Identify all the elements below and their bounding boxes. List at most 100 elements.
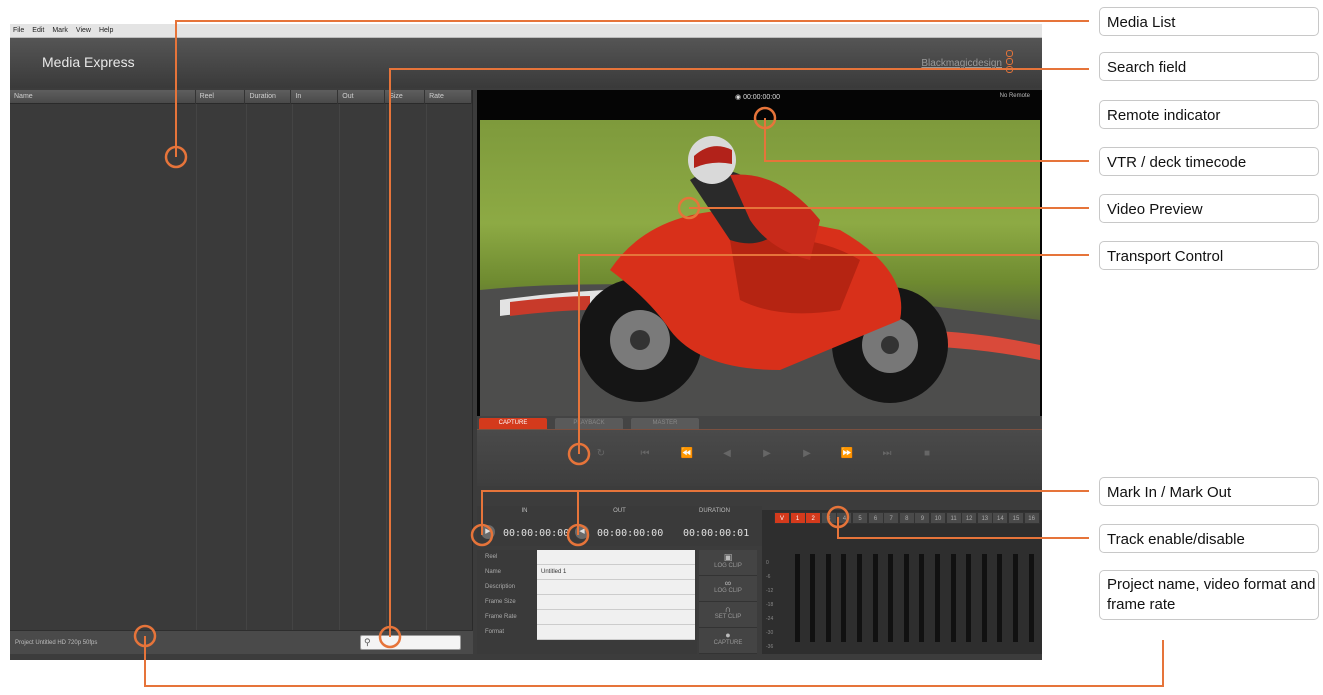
callout-search-field: Search field (1099, 52, 1319, 81)
track-toggle-8[interactable]: 8 (898, 512, 915, 524)
deck-timecode-value: 00:00:00:00 (743, 94, 781, 101)
track-toggle-9[interactable]: 9 (914, 512, 931, 524)
tab-master[interactable]: MASTER (631, 418, 699, 429)
menu-bar: File Edit Mark View Help (10, 24, 1042, 38)
mark-in-button[interactable]: ▶ (481, 525, 495, 539)
in-timecode: 00:00:00:00 (503, 528, 570, 539)
meter-scale-label: -6 (766, 574, 771, 580)
menu-help[interactable]: Help (99, 27, 113, 34)
track-toggle-10[interactable]: 10 (930, 512, 946, 524)
motorcycle-image (480, 136, 1040, 416)
audio-meter (903, 554, 909, 642)
rewind-button[interactable]: ⏪ (677, 448, 697, 459)
audio-meter (1013, 554, 1018, 642)
media-express-window: File Edit Mark View Help Media Express B… (10, 24, 1042, 660)
callout-deck-timecode: VTR / deck timecode (1099, 147, 1319, 176)
video-preview-panel: ◉ 00:00:00:00 No Remote (477, 90, 1042, 416)
column-in[interactable]: In (291, 90, 339, 104)
remote-indicator: No Remote (999, 93, 1030, 99)
search-field[interactable]: ⚲ (360, 635, 461, 650)
tab-capture[interactable]: CAPTURE (479, 418, 547, 429)
title-bar: Media Express Blackmagicdesign (10, 38, 1042, 88)
log-clip-button[interactable]: ▣ LOG CLIP (699, 550, 757, 576)
audio-meter (950, 554, 956, 642)
track-toggle-13[interactable]: 13 (976, 512, 993, 524)
search-input[interactable] (375, 637, 459, 648)
step-back-button[interactable]: ◀ (717, 448, 737, 459)
go-to-end-button[interactable]: ⏭ (877, 448, 897, 459)
column-rate[interactable]: Rate (425, 90, 473, 104)
status-bar: Project Untitled HD 720p 50fps ⚲ (10, 630, 473, 654)
column-duration[interactable]: Duration (245, 90, 292, 104)
frame-rate-field[interactable] (537, 610, 695, 625)
menu-file[interactable]: File (13, 27, 24, 34)
callout-remote-indicator: Remote indicator (1099, 100, 1319, 129)
frame-size-field[interactable] (537, 595, 695, 610)
column-size[interactable]: Size (385, 90, 426, 104)
track-toggle-6[interactable]: 6 (867, 512, 884, 524)
track-toggle-4[interactable]: 4 (836, 512, 853, 524)
menu-mark[interactable]: Mark (52, 27, 68, 34)
stop-button[interactable]: ■ (917, 448, 937, 459)
play-button[interactable]: ▶ (757, 448, 777, 459)
loop-button[interactable]: ↻ (591, 448, 611, 459)
set-clip-button[interactable]: ∩ SET CLIP (699, 602, 757, 628)
callout-media-list: Media List (1099, 7, 1319, 36)
duration-label: DURATION (699, 508, 730, 514)
track-toggle-12[interactable]: 12 (961, 512, 978, 524)
track-toggle-11[interactable]: 11 (945, 512, 962, 524)
go-to-start-button[interactable]: ⏮ (635, 448, 655, 459)
duration-timecode: 00:00:00:01 (683, 528, 750, 539)
metadata-row-description: Description (477, 580, 697, 595)
format-field[interactable] (537, 625, 695, 640)
track-toggle-v[interactable]: V (774, 512, 790, 524)
app-title: Media Express (42, 54, 135, 70)
track-toggle-7[interactable]: 7 (883, 512, 900, 524)
tab-playback[interactable]: PLAYBACK (555, 418, 623, 429)
track-toggle-15[interactable]: 15 (1008, 512, 1024, 524)
media-list-header: Name Reel Duration In Out Size Rate (10, 90, 473, 104)
capture-button[interactable]: ● CAPTURE (699, 628, 757, 654)
audio-meter (919, 554, 925, 642)
name-field[interactable]: Untitled 1 (537, 565, 695, 580)
column-reel[interactable]: Reel (196, 90, 246, 104)
column-name[interactable]: Name (10, 90, 196, 104)
audio-meter (841, 554, 847, 642)
menu-edit[interactable]: Edit (32, 27, 44, 34)
clip-metadata-panel: Reel Name Untitled 1 Description Frame S… (477, 550, 697, 654)
meter-scale-label: -36 (766, 644, 774, 650)
track-toggle-5[interactable]: 5 (852, 512, 868, 524)
meter-scale-label: 0 (766, 560, 769, 566)
reel-field[interactable] (537, 550, 695, 565)
track-toggle-3[interactable]: 3 (820, 512, 837, 524)
camera-icon: ▣ (723, 552, 733, 562)
description-field[interactable] (537, 580, 695, 595)
fast-forward-button[interactable]: ⏩ (837, 448, 857, 459)
audio-meter (935, 554, 940, 642)
track-toggle-2[interactable]: 2 (805, 512, 822, 524)
track-toggle-1[interactable]: 1 (789, 512, 806, 524)
metadata-row-frame-size: Frame Size (477, 595, 697, 610)
meter-scale-label: -18 (766, 602, 774, 608)
track-toggle-16[interactable]: 16 (1023, 512, 1040, 524)
callout-track-enable: Track enable/disable (1099, 524, 1319, 553)
column-out[interactable]: Out (338, 90, 386, 104)
callout-mark-in-out: Mark In / Mark Out (1099, 477, 1319, 506)
mark-out-button[interactable]: ◀ (575, 525, 589, 539)
audio-meter (825, 554, 831, 642)
in-label: IN (521, 508, 528, 514)
link-icon: ∞ (724, 578, 732, 588)
step-forward-button[interactable]: ▶ (797, 448, 817, 459)
media-list-body[interactable] (10, 104, 472, 630)
meter-scale-label: -12 (766, 588, 774, 594)
track-toggle-14[interactable]: 14 (992, 512, 1009, 524)
audio-meter (981, 554, 987, 642)
out-label: OUT (613, 508, 626, 514)
media-list[interactable]: Name Reel Duration In Out Size Rate (10, 90, 473, 630)
brand-logo: Blackmagicdesign (921, 58, 1002, 69)
deck-timecode: ◉ 00:00:00:00 (735, 94, 781, 101)
link-clip-button[interactable]: ∞ LOG CLIP (699, 576, 757, 602)
track-panel: V 1 2 3 4 5 6 7 8 9 10 11 12 13 14 15 16 0 -6 -12 -18 -24 -30-… (762, 510, 1042, 654)
menu-view[interactable]: View (76, 27, 91, 34)
audio-meter (1028, 554, 1034, 642)
